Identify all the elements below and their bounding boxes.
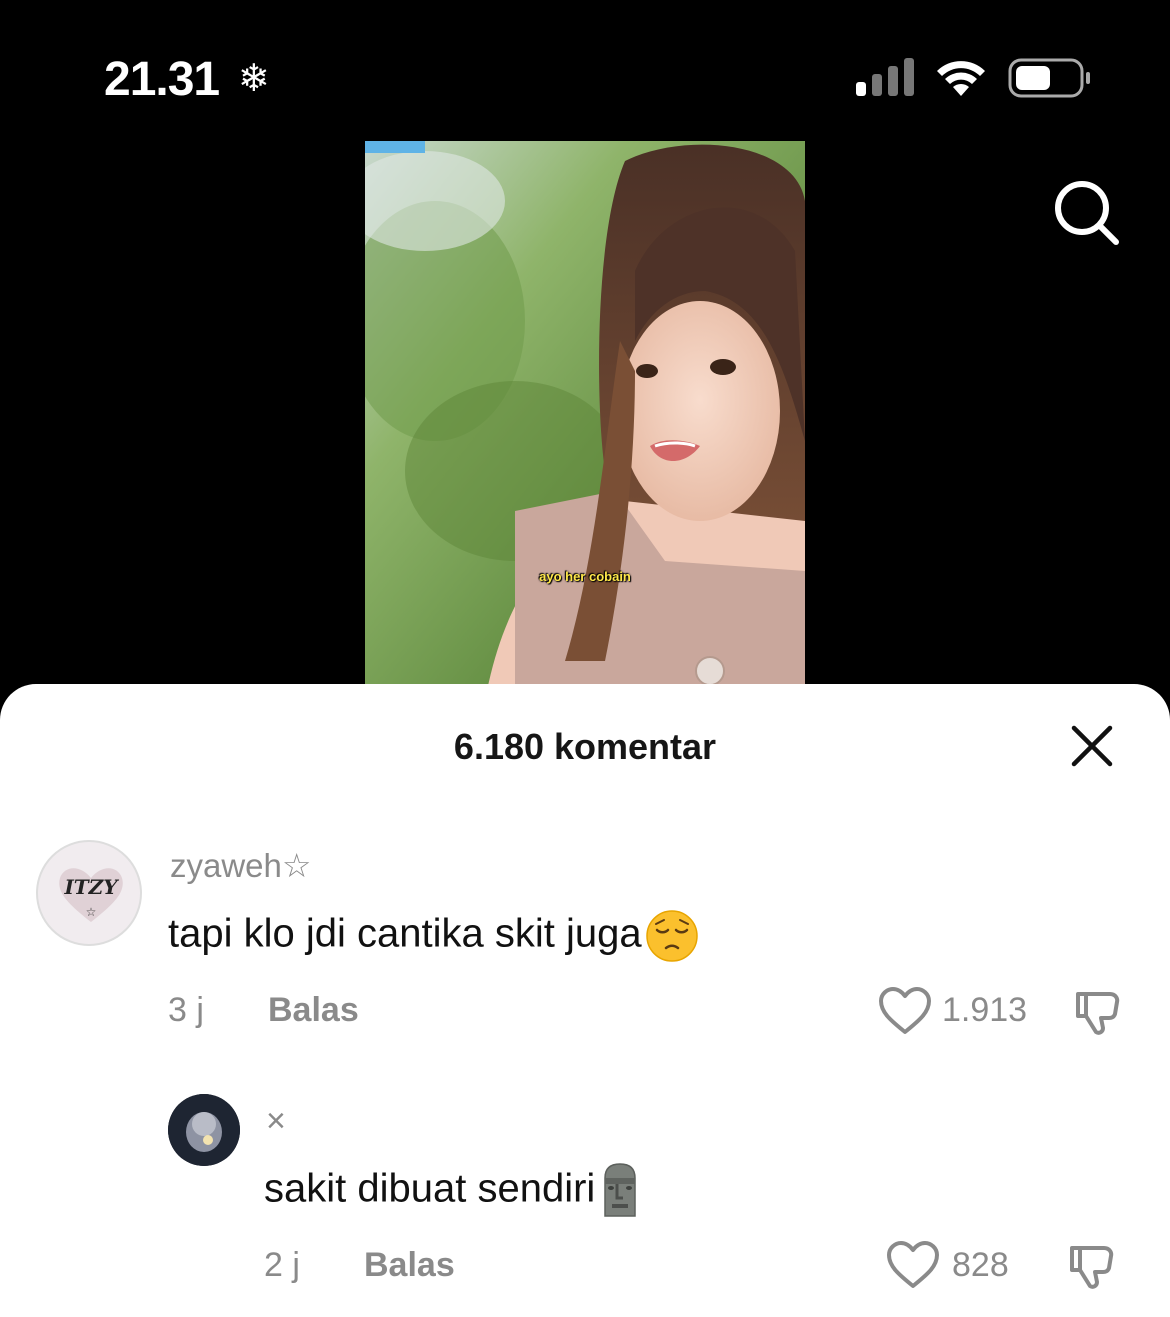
heart-icon[interactable] (878, 986, 932, 1036)
moai-emoji (604, 1163, 637, 1217)
reply-button[interactable]: Balas (268, 991, 359, 1030)
dislike-icon[interactable] (1066, 1240, 1118, 1292)
reply-button[interactable]: Balas (364, 1246, 455, 1285)
comment-time: 3 j (168, 991, 204, 1029)
comment-username[interactable]: × (266, 1102, 286, 1141)
close-icon[interactable] (1068, 722, 1116, 770)
comments-count-title: 6.180 komentar (453, 726, 717, 767)
avatar-image: ITZY ☆ (59, 868, 123, 922)
comments-sheet: 6.180 komentar ITZY ☆ zyaweh☆ tapi klo j… (0, 684, 1170, 1317)
comment-text: tapi klo jdi cantika skit juga (168, 908, 700, 964)
dislike-icon[interactable] (1072, 986, 1124, 1038)
comment-username[interactable]: zyaweh☆ (170, 846, 311, 885)
like-count: 1.913 (942, 991, 1028, 1029)
signal-icon (856, 58, 914, 96)
snowflake-icon: ❄ (238, 56, 270, 100)
pensive-face-emoji (645, 910, 698, 962)
comment-body: tapi klo jdi cantika skit juga (168, 911, 642, 956)
heart-icon[interactable] (886, 1240, 940, 1290)
wifi-icon (937, 61, 985, 96)
battery-icon (1008, 58, 1090, 98)
search-icon[interactable] (1050, 176, 1122, 248)
video-thumbnail (365, 141, 805, 701)
comment-body: sakit dibuat sendiri (264, 1166, 596, 1211)
avatar[interactable]: ITZY ☆ (36, 840, 142, 946)
avatar-image (168, 1094, 240, 1166)
comment-text: sakit dibuat sendiri (264, 1162, 643, 1220)
like-count: 828 (952, 1246, 1009, 1284)
svg-text:☆: ☆ (86, 905, 97, 919)
status-time: 21.31 (104, 53, 220, 106)
comment-time: 2 j (264, 1246, 300, 1284)
avatar[interactable] (168, 1094, 240, 1166)
video-caption: ayo her cobain (539, 569, 631, 584)
video-player[interactable]: ayo her cobain (365, 141, 805, 701)
avatar-logo-text: ITZY (63, 875, 119, 899)
